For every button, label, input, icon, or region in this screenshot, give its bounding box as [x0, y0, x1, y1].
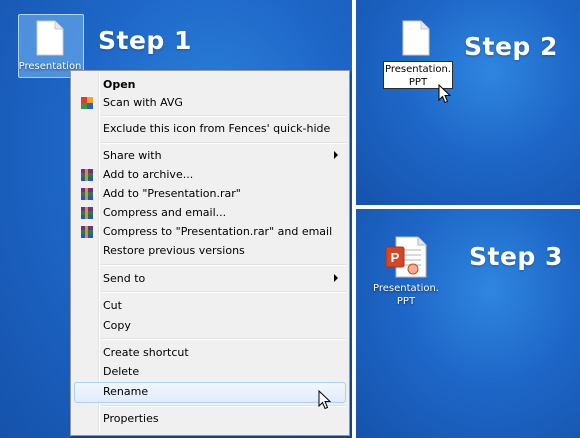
menu-item-label: Scan with AVG [103, 96, 183, 109]
icon-caption-presentation-ppt[interactable]: Presentation. PPT [367, 282, 445, 308]
menu-item-create-shortcut[interactable]: Create shortcut [74, 343, 346, 362]
menu-item-add-to-archive[interactable]: Add to archive... [74, 165, 346, 184]
menu-item-add-to-rar[interactable]: Add to "Presentation.rar" [74, 184, 346, 203]
menu-item-label: Delete [103, 365, 140, 378]
step1-label: Step 1 [98, 26, 192, 55]
menu-separator [101, 291, 346, 293]
menu-item-compress-to-rar-and-email[interactable]: Compress to "Presentation.rar" and email [74, 222, 346, 241]
winrar-icon [81, 169, 93, 181]
blank-document-icon[interactable] [36, 20, 64, 56]
menu-separator [101, 142, 346, 144]
menu-item-send-to[interactable]: Send to [74, 269, 346, 288]
menu-item-compress-and-email[interactable]: Compress and email... [74, 203, 346, 222]
powerpoint-document-icon[interactable]: P [384, 235, 428, 279]
submenu-arrow-icon [334, 151, 338, 159]
menu-item-label: Rename [103, 385, 149, 398]
step3-label: Step 3 [469, 242, 563, 271]
desktop-step3-panel: P Presentation. PPT Step 3 [356, 209, 580, 438]
menu-item-label: Open [103, 78, 136, 91]
menu-item-restore-previous-versions[interactable]: Restore previous versions [74, 241, 346, 260]
menu-item-share-with[interactable]: Share with [74, 146, 346, 165]
menu-separator [101, 338, 346, 340]
menu-item-label: Compress to "Presentation.rar" and email [103, 225, 333, 238]
menu-item-label: Cut [103, 299, 122, 312]
step2-label: Step 2 [464, 32, 558, 61]
menu-separator [101, 405, 346, 407]
avg-icon [81, 97, 93, 109]
menu-item-copy[interactable]: Copy [74, 316, 346, 335]
menu-item-label: Add to "Presentation.rar" [103, 187, 241, 200]
svg-text:P: P [391, 250, 400, 265]
menu-item-label: Restore previous versions [103, 244, 245, 257]
menu-item-label: Copy [103, 319, 131, 332]
menu-item-label: Add to archive... [103, 168, 194, 181]
menu-item-open[interactable]: Open [74, 75, 346, 94]
menu-separator [101, 115, 346, 117]
menu-item-label: Create shortcut [103, 346, 189, 359]
context-menu: Open Scan with AVG Exclude this icon fro… [70, 70, 350, 436]
menu-item-label: Properties [103, 412, 159, 425]
blank-document-icon[interactable] [402, 20, 430, 56]
menu-item-label: Share with [103, 149, 162, 162]
menu-item-rename[interactable]: Rename [74, 382, 346, 403]
menu-separator [101, 264, 346, 266]
menu-item-label: Compress and email... [103, 206, 227, 219]
menu-item-label: Send to [103, 272, 146, 285]
menu-item-properties[interactable]: Properties [74, 409, 346, 428]
mouse-pointer-icon [438, 84, 451, 104]
winrar-icon [81, 207, 93, 219]
submenu-arrow-icon [334, 274, 338, 282]
winrar-icon [81, 188, 93, 200]
menu-item-exclude-fences[interactable]: Exclude this icon from Fences' quick-hid… [74, 119, 346, 138]
menu-item-label: Exclude this icon from Fences' quick-hid… [103, 122, 331, 135]
menu-item-delete[interactable]: Delete [74, 362, 346, 381]
desktop-step1-panel: Presentation Step 1 Open Scan with AVG E… [0, 0, 352, 438]
winrar-icon [81, 226, 93, 238]
menu-item-scan-with-avg[interactable]: Scan with AVG [74, 93, 346, 112]
menu-item-cut[interactable]: Cut [74, 296, 346, 315]
mouse-pointer-icon [318, 390, 331, 410]
desktop-step2-panel: Presentation. PPT Step 2 [356, 0, 580, 205]
